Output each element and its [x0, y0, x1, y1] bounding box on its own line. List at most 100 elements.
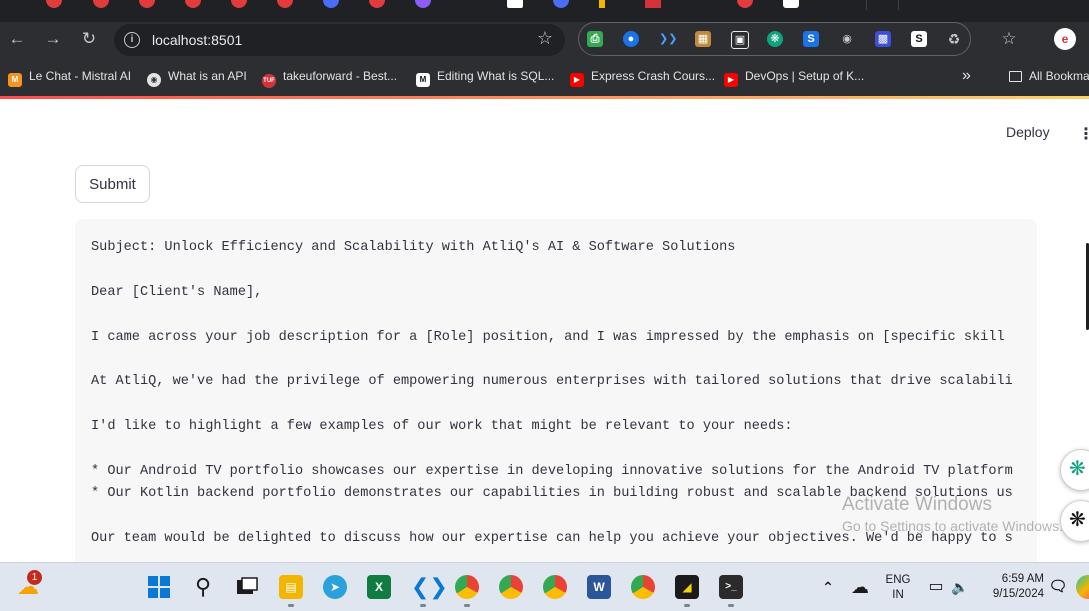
tab-favicon-icon[interactable] [139, 0, 155, 8]
tab-favicon-icon[interactable] [553, 0, 569, 8]
clock[interactable]: 6:59 AM 9/15/2024 [980, 572, 1044, 602]
tab-favicon-icon[interactable] [93, 0, 109, 8]
activate-windows-subtitle: Go to Settings to activate Windows. [842, 518, 1063, 534]
search-icon[interactable]: ⚲ [191, 575, 215, 599]
tab-favicon-icon[interactable] [277, 0, 293, 8]
sticky-notes-icon[interactable]: ◢ [675, 575, 699, 599]
bookmark-label: What is an API [168, 69, 247, 83]
chrome-icon[interactable] [631, 575, 655, 599]
network-icon[interactable]: ▭ [924, 575, 948, 599]
youtube-icon: ▶ [724, 73, 738, 87]
tab-favicon-icon[interactable] [783, 0, 799, 8]
tab-favicon-icon[interactable] [185, 0, 201, 8]
site-info-icon[interactable]: i [124, 32, 140, 48]
email-line: Subject: Unlock Efficiency and Scalabili… [91, 240, 736, 255]
word-icon[interactable]: W [587, 575, 611, 599]
taskbar-running-indicator [464, 604, 470, 607]
windows-taskbar: ☁ 1 ⚲ ▤ ➤ X ❮❯ W ◢ >_ ⌃ ☁ ENG IN ▭ 🔈 6:5… [0, 562, 1089, 611]
bookmarks-panel-icon[interactable]: ☆ [998, 28, 1020, 50]
taskbar-running-indicator [728, 604, 734, 607]
copilot-icon[interactable] [1076, 575, 1089, 599]
tab-favicon-icon[interactable] [507, 0, 523, 8]
chatgpt-extension-icon[interactable]: ❋ [767, 31, 783, 47]
chatgpt-float-button[interactable]: ❋ [1060, 449, 1089, 491]
start-windows-icon[interactable] [147, 575, 171, 599]
bookmarks-overflow-button[interactable]: » [962, 67, 971, 85]
circle-extension-icon[interactable]: ● [623, 31, 639, 47]
youtube-icon: ▶ [570, 73, 584, 87]
tab-separator [866, 0, 867, 10]
printer-extension-icon[interactable]: ⎙ [587, 31, 603, 47]
bookmark-label: takeuforward - Best... [283, 69, 398, 83]
bookmark-item[interactable]: M Editing What is SQL... [416, 67, 554, 87]
tab-favicon-icon[interactable] [737, 0, 753, 8]
puzzle-extensions-icon[interactable]: ♻ [946, 31, 962, 47]
main-menu-button[interactable]: ⋮ [1078, 124, 1089, 144]
box-extension-icon[interactable]: ▩ [875, 31, 891, 47]
camera-extension-icon[interactable]: ◉ [839, 31, 855, 47]
show-hidden-icons-chevron-icon[interactable]: ⌃ [816, 575, 840, 599]
bookmark-item[interactable]: ▶ Express Crash Cours... [570, 67, 716, 87]
volume-icon[interactable]: 🔈 [948, 575, 972, 599]
telegram-icon[interactable]: ➤ [323, 575, 347, 599]
s-extension-icon[interactable]: S [803, 31, 819, 47]
tab-favicon-icon[interactable] [645, 0, 661, 8]
deploy-button[interactable]: Deploy [1006, 124, 1050, 140]
weather-badge: 1 [27, 570, 42, 585]
bookmark-label: Le Chat - Mistral AI [29, 69, 132, 83]
back-icon[interactable]: ← [6, 28, 28, 50]
folder-icon [1009, 71, 1022, 82]
tab-favicon-icon[interactable] [599, 0, 605, 8]
submit-button[interactable]: Submit [75, 165, 150, 203]
task-view-icon[interactable] [235, 575, 259, 599]
tab-favicon-icon[interactable] [415, 0, 431, 8]
profile-avatar-icon[interactable]: e [1054, 28, 1076, 50]
bookmarks-bar: M Le Chat - Mistral AI ◉ What is an API TU… [0, 56, 1089, 96]
vscode-icon[interactable]: ❮❯ [411, 575, 448, 599]
tab-favicon-icon[interactable] [46, 0, 62, 8]
all-bookmarks-label: All Bookmarks [1029, 69, 1089, 83]
bookmark-label: Express Crash Cours... [591, 69, 716, 83]
forward-icon[interactable]: → [42, 28, 64, 50]
wave-extension-icon[interactable]: ❯❯ [659, 31, 677, 47]
notifications-icon[interactable]: 🗨 [1046, 575, 1070, 599]
chrome-profile-icon[interactable] [455, 575, 479, 599]
all-bookmarks-item[interactable]: All Bookmarks [1009, 67, 1089, 85]
terminal-icon[interactable]: >_ [719, 575, 743, 599]
email-line: Dear [Client's Name], [91, 284, 263, 300]
screenshot-extension-icon[interactable]: ▣ [731, 31, 749, 49]
scribe-extension-icon[interactable]: S [911, 31, 927, 47]
language-code: ENG [885, 574, 911, 586]
chrome-profile-icon[interactable] [499, 575, 523, 599]
bookmark-item[interactable]: ◉ What is an API [147, 67, 247, 87]
chatgpt-icon: ❋ [1069, 458, 1086, 480]
browser-toolbar: ← → ↻ i localhost:8501 ☆ ⎙ ● ❯❯ ▦ ▣ ❋ S … [0, 22, 1089, 56]
url-text[interactable]: localhost:8501 [152, 32, 242, 48]
clock-date: 9/15/2024 [992, 588, 1044, 600]
bookmark-item[interactable]: ▶ DevOps | Setup of K... [724, 67, 865, 87]
activate-windows-title: Activate Windows [842, 494, 992, 515]
tab-favicon-icon[interactable] [369, 0, 385, 8]
game-extension-icon[interactable]: ▦ [695, 31, 711, 47]
chrome-profile-icon[interactable] [543, 575, 567, 599]
tab-favicon-icon[interactable] [323, 0, 339, 8]
taskbar-running-indicator [684, 604, 690, 607]
bookmark-star-icon[interactable]: ☆ [537, 28, 553, 49]
streamlit-header-decoration [0, 96, 1089, 99]
email-line: I came across your job description for a… [91, 329, 1005, 345]
reload-icon[interactable]: ↻ [78, 28, 100, 50]
file-explorer-icon[interactable]: ▤ [279, 575, 303, 599]
language-indicator[interactable]: ENG IN [884, 573, 912, 603]
region-code: IN [892, 589, 904, 601]
email-line: I'd like to highlight a few examples of … [91, 419, 793, 435]
bookmark-item[interactable]: TUF takeuforward - Best... [262, 67, 398, 88]
openai-float-button[interactable]: ❋ [1060, 500, 1089, 542]
bookmark-label: DevOps | Setup of K... [745, 69, 865, 83]
excel-icon[interactable]: X [367, 575, 391, 599]
tab-favicon-icon[interactable] [231, 0, 247, 8]
address-bar[interactable]: i localhost:8501 ☆ [114, 24, 565, 56]
browser-tab-strip [0, 0, 1089, 22]
onedrive-cloud-icon[interactable]: ☁ [848, 575, 872, 599]
openai-icon: ❋ [1069, 509, 1086, 531]
bookmark-item[interactable]: M Le Chat - Mistral AI [8, 67, 132, 87]
